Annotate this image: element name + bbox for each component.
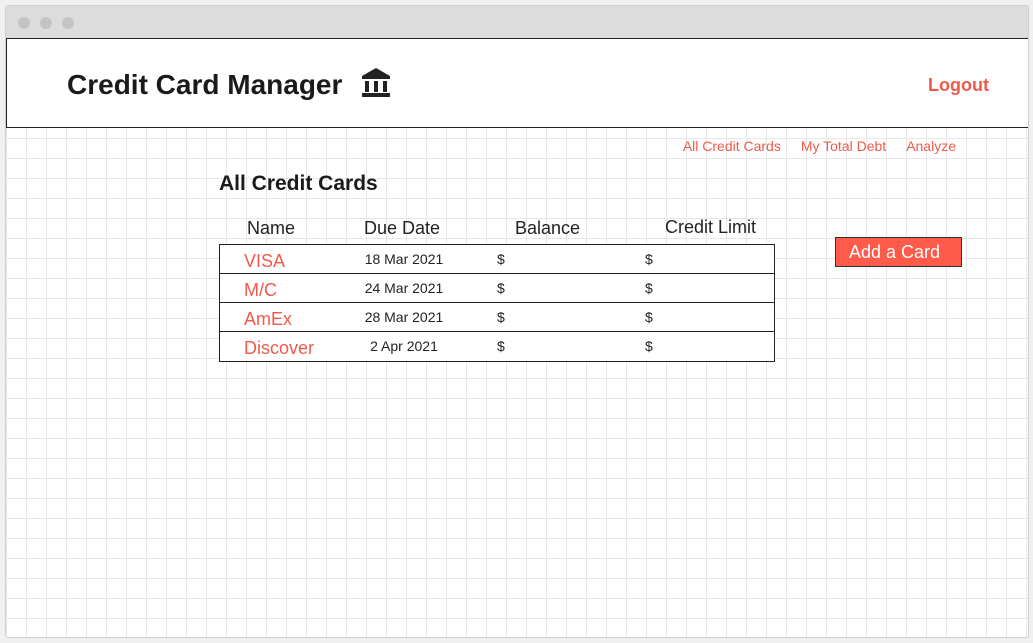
card-balance: $	[497, 251, 505, 267]
cards-table: VISA 18 Mar 2021 $ $ M/C 24 Mar 2021 $ $…	[219, 244, 775, 362]
browser-window: Credit Card Manager Logout All Credit Ca…	[5, 5, 1029, 638]
card-credit-limit: $	[645, 280, 653, 296]
card-name-link[interactable]: Discover	[244, 338, 314, 359]
table-row: M/C 24 Mar 2021 $ $	[220, 274, 774, 303]
table-row: Discover 2 Apr 2021 $ $	[220, 332, 774, 361]
app-title: Credit Card Manager	[67, 69, 343, 100]
card-due-date: 18 Mar 2021	[364, 251, 444, 267]
card-due-date: 28 Mar 2021	[364, 309, 444, 325]
card-balance: $	[497, 309, 505, 325]
top-nav: All Credit Cards My Total Debt Analyze	[683, 138, 956, 154]
logout-link[interactable]: Logout	[928, 75, 989, 96]
nav-analyze[interactable]: Analyze	[906, 138, 956, 154]
card-due-date: 24 Mar 2021	[364, 280, 444, 296]
window-close-dot[interactable]	[18, 17, 30, 29]
column-header-balance: Balance	[515, 218, 581, 238]
table-row: VISA 18 Mar 2021 $ $	[220, 245, 774, 274]
card-credit-limit: $	[645, 309, 653, 325]
nav-all-credit-cards[interactable]: All Credit Cards	[683, 138, 781, 154]
card-name-link[interactable]: M/C	[244, 280, 277, 301]
column-header-name: Name	[247, 218, 296, 238]
window-titlebar	[6, 6, 1028, 38]
card-balance: $	[497, 338, 505, 354]
app-header: Credit Card Manager Logout	[6, 38, 1028, 128]
card-balance: $	[497, 280, 505, 296]
card-credit-limit: $	[645, 338, 653, 354]
table-row: AmEx 28 Mar 2021 $ $	[220, 303, 774, 332]
column-header-credit-limit: Credit Limit	[665, 217, 757, 237]
window-minimize-dot[interactable]	[40, 17, 52, 29]
window-maximize-dot[interactable]	[62, 17, 74, 29]
add-card-button[interactable]: Add a Card	[835, 237, 962, 267]
card-credit-limit: $	[645, 251, 653, 267]
bank-building-icon	[362, 68, 390, 97]
card-name-link[interactable]: VISA	[244, 251, 285, 272]
card-due-date: 2 Apr 2021	[370, 338, 438, 354]
card-name-link[interactable]: AmEx	[244, 309, 292, 330]
column-header-due-date: Due Date	[364, 218, 441, 238]
page-title: All Credit Cards	[219, 172, 378, 195]
nav-my-total-debt[interactable]: My Total Debt	[801, 138, 886, 154]
